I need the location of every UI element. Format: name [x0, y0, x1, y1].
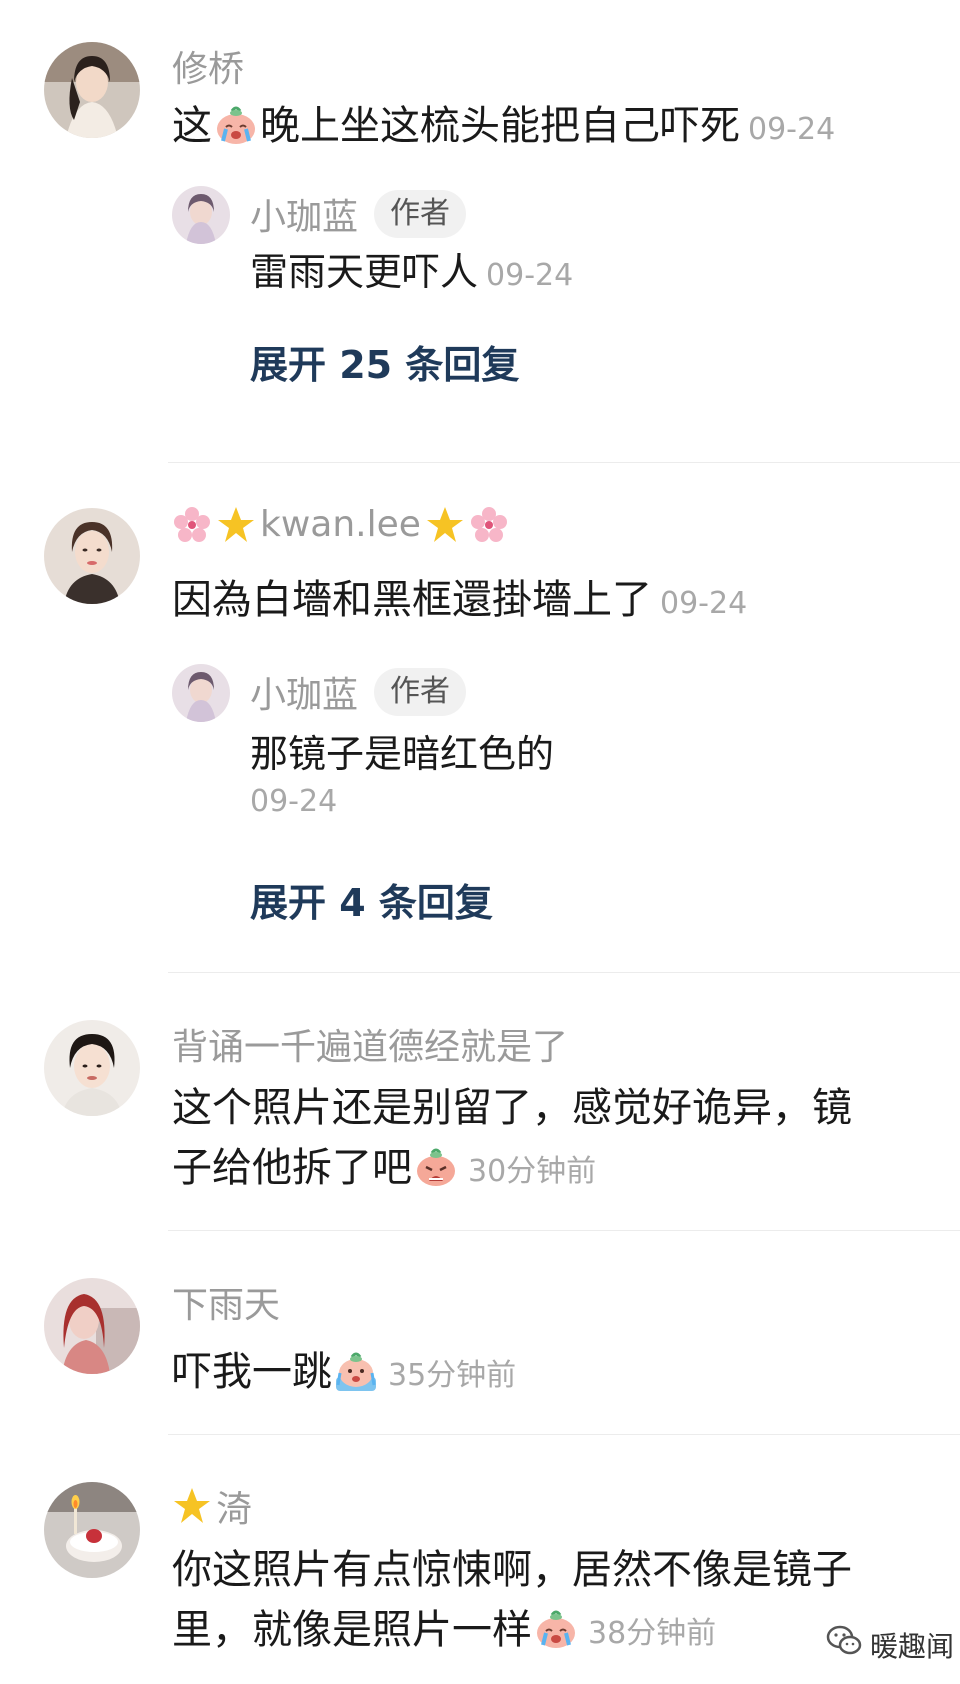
reply-username-row: 小珈蓝 作者 — [250, 666, 467, 718]
comment-text: 吓我一跳 35分钟前 — [172, 1342, 900, 1406]
author-badge: 作者 — [374, 668, 467, 716]
comment-text-b: 晚上坐这梳头能把自己吓死 — [260, 103, 740, 149]
comment-line-1: 你这照片有点惊悚啊，居然不像是镜子 — [172, 1547, 852, 1593]
username-row: kwan.lee — [172, 504, 509, 545]
watermark-text: 暖趣闻 — [869, 1629, 954, 1663]
glowing-star-icon — [425, 505, 465, 545]
glowing-star-icon — [172, 1486, 212, 1526]
cherry-blossom-icon — [469, 505, 509, 545]
glowing-star-icon — [216, 505, 256, 545]
comment-content: 吓我一跳 — [172, 1349, 332, 1395]
reply-text: 那镜子是暗红色的 09-24 — [250, 726, 554, 822]
username[interactable]: 背诵一千遍道德经就是了 — [172, 1018, 568, 1070]
divider — [168, 1434, 960, 1435]
author-reply: 小珈蓝 作者 雷雨天更吓人 09-24 展开 25 条回复 — [172, 186, 932, 416]
reply-text: 雷雨天更吓人 09-24 — [250, 244, 573, 304]
divider — [168, 972, 960, 973]
reply-username-row: 小珈蓝 作者 — [250, 188, 467, 240]
timestamp: 38分钟前 — [588, 1616, 717, 1651]
timestamp: 35分钟前 — [388, 1358, 517, 1393]
avatar[interactable] — [44, 1278, 140, 1374]
scared-face-emoji-icon — [334, 1349, 378, 1393]
timestamp: 09-24 — [250, 784, 338, 819]
timestamp: 09-24 — [486, 258, 574, 293]
author-badge: 作者 — [374, 190, 467, 238]
reply-content: 那镜子是暗红色的 — [250, 732, 555, 776]
username-row: 渏 — [172, 1480, 252, 1532]
reply-username[interactable]: 小珈蓝 — [250, 666, 358, 718]
avatar[interactable] — [44, 508, 140, 604]
divider — [168, 1230, 960, 1231]
avatar[interactable] — [44, 42, 140, 138]
author-reply: 小珈蓝 作者 那镜子是暗红色的 09-24 展开 4 条回复 — [172, 664, 932, 925]
sobbing-face-emoji-icon — [414, 1145, 458, 1189]
comment-text: 这 晚上坐这梳头能把自己吓死 09-24 — [172, 96, 900, 160]
expand-replies-button[interactable]: 展开 4 条回复 — [250, 872, 493, 927]
username[interactable]: 修桥 — [172, 40, 244, 92]
username[interactable]: 渏 — [216, 1480, 252, 1532]
avatar[interactable] — [44, 1482, 140, 1578]
comment-line-2-text: 子给他拆了吧 — [172, 1145, 412, 1191]
wechat-logo-icon — [824, 1621, 864, 1668]
comment-text: 因為白墻和黑框還掛墻上了 09-24 — [172, 570, 900, 634]
divider — [168, 462, 960, 463]
username[interactable]: 下雨天 — [172, 1276, 280, 1328]
timestamp: 30分钟前 — [468, 1154, 597, 1189]
crying-face-emoji-icon — [534, 1607, 578, 1651]
comment-content: 因為白墻和黑框還掛墻上了 — [172, 577, 652, 623]
reply-avatar[interactable] — [172, 664, 230, 722]
reply-avatar[interactable] — [172, 186, 230, 244]
crying-face-emoji-icon — [214, 103, 258, 147]
reply-username[interactable]: 小珈蓝 — [250, 188, 358, 240]
comment-text: 你这照片有点惊悚啊，居然不像是镜子 里，就像是照片一样 38分钟前 — [172, 1540, 900, 1664]
comment-line-2-text: 里，就像是照片一样 — [172, 1607, 532, 1653]
comment-line-1: 这个照片还是别留了，感觉好诡异，镜 — [172, 1085, 852, 1131]
username[interactable]: kwan.lee — [260, 504, 421, 545]
timestamp: 09-24 — [748, 112, 836, 147]
comment-line-2: 子给他拆了吧 30分钟前 — [172, 1138, 900, 1202]
expand-replies-button[interactable]: 展开 25 条回复 — [250, 334, 519, 389]
comment-text: 这个照片还是别留了，感觉好诡异，镜 子给他拆了吧 30分钟前 — [172, 1078, 900, 1202]
watermark: 暖趣闻 — [824, 1621, 954, 1668]
cherry-blossom-icon — [172, 505, 212, 545]
reply-content: 雷雨天更吓人 — [250, 250, 479, 294]
avatar[interactable] — [44, 1020, 140, 1116]
comment-line-2: 里，就像是照片一样 38分钟前 — [172, 1600, 900, 1664]
comment-text-a: 这 — [172, 103, 212, 149]
timestamp: 09-24 — [660, 586, 748, 621]
